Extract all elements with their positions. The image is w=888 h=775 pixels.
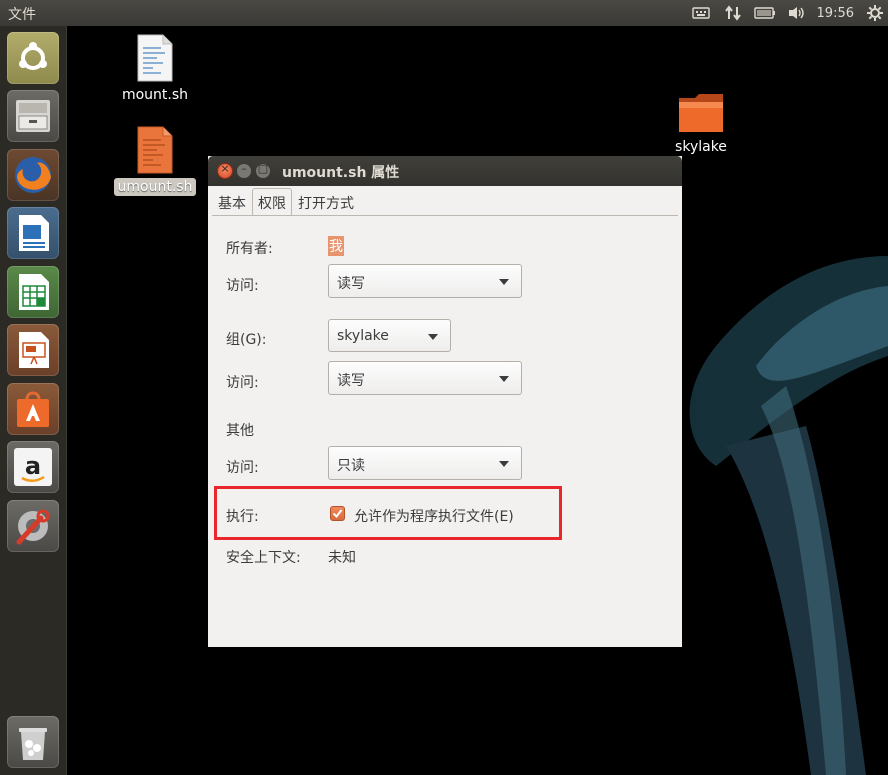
tab-divider <box>212 215 678 216</box>
volume-icon[interactable] <box>781 0 813 26</box>
group-access-combo[interactable]: 读写 <box>328 361 522 395</box>
trash-launcher[interactable] <box>7 716 59 768</box>
group-access-value: 读写 <box>337 373 365 389</box>
launcher: a <box>0 26 67 775</box>
tab-basic[interactable]: 基本 <box>212 188 252 217</box>
shopping-bag-icon <box>17 391 49 427</box>
owner-access-label: 访问: <box>226 278 259 294</box>
owner-value: 我 <box>328 236 344 256</box>
tab-bar: 基本 权限 打开方式 <box>212 188 360 217</box>
chevron-down-icon <box>499 461 509 467</box>
system-settings-launcher[interactable] <box>7 500 59 552</box>
ubuntu-logo-icon <box>19 42 47 70</box>
group-combo[interactable]: skylake <box>328 319 451 352</box>
desktop-icon-skylake[interactable]: skylake <box>664 92 738 156</box>
keyboard-icon[interactable] <box>685 0 717 26</box>
others-label: 其他 <box>226 423 254 439</box>
wrench-gear-icon <box>16 509 50 545</box>
others-access-value: 只读 <box>337 458 365 474</box>
chevron-down-icon <box>499 376 509 382</box>
others-access-label: 访问: <box>226 460 259 476</box>
group-access-label: 访问: <box>226 375 259 391</box>
trash-icon <box>19 728 47 760</box>
clock[interactable]: 19:56 <box>813 6 862 21</box>
close-button[interactable]: × <box>217 162 233 179</box>
text-file-icon-selected <box>137 126 173 174</box>
security-context-value: 未知 <box>328 550 356 566</box>
calc-launcher[interactable] <box>7 266 59 318</box>
tab-open-with[interactable]: 打开方式 <box>292 188 360 217</box>
file-cabinet-icon <box>16 100 50 132</box>
impress-launcher[interactable] <box>7 324 59 376</box>
properties-window: × – □ umount.sh 属性 基本 权限 打开方式 所有者: 我 访问:… <box>208 156 682 647</box>
writer-launcher[interactable] <box>7 207 59 259</box>
desktop-icon-label: skylake <box>675 139 727 155</box>
minimize-icon: – <box>241 162 247 175</box>
software-center-launcher[interactable] <box>7 383 59 435</box>
spreadsheet-calc-icon <box>19 274 49 310</box>
highlight-box <box>214 486 562 540</box>
battery-icon[interactable] <box>749 0 781 26</box>
desktop-icon-label: mount.sh <box>121 87 189 103</box>
window-title: umount.sh 属性 <box>282 165 400 181</box>
maximize-button[interactable]: □ <box>255 162 271 179</box>
document-writer-icon <box>19 215 49 251</box>
tab-permissions[interactable]: 权限 <box>252 188 292 216</box>
text-file-icon <box>137 34 173 82</box>
desktop-icon-mount[interactable]: mount.sh <box>116 34 194 104</box>
window-titlebar[interactable]: × – □ umount.sh 属性 <box>208 156 682 186</box>
desktop-icon-label: umount.sh <box>113 178 197 196</box>
firefox-launcher[interactable] <box>7 149 59 201</box>
owner-access-value: 读写 <box>337 276 365 292</box>
maximize-icon: □ <box>257 162 269 175</box>
firefox-icon <box>15 157 51 193</box>
close-icon: × <box>220 162 230 175</box>
desktop-icon-umount[interactable]: umount.sh <box>112 126 198 196</box>
chevron-down-icon <box>428 334 438 340</box>
security-context-label: 安全上下文: <box>226 550 301 566</box>
presentation-impress-icon <box>19 332 49 368</box>
group-value: skylake <box>337 328 389 344</box>
owner-access-combo[interactable]: 读写 <box>328 264 522 298</box>
files-launcher[interactable] <box>7 90 59 142</box>
others-access-combo[interactable]: 只读 <box>328 446 522 480</box>
ubuntu-dash-button[interactable] <box>7 32 59 84</box>
network-arrows-icon[interactable] <box>717 0 749 26</box>
owner-label: 所有者: <box>226 241 273 257</box>
amazon-icon: a <box>14 448 52 486</box>
gear-icon[interactable] <box>862 0 888 26</box>
minimize-button[interactable]: – <box>236 162 252 179</box>
group-label: 组(G): <box>226 332 267 348</box>
svg-text:a: a <box>25 452 41 480</box>
top-panel: 文件 19:56 <box>0 0 888 26</box>
amazon-launcher[interactable]: a <box>7 441 59 493</box>
app-menu-file[interactable]: 文件 <box>8 4 36 24</box>
folder-icon <box>679 94 723 132</box>
chevron-down-icon <box>499 279 509 285</box>
